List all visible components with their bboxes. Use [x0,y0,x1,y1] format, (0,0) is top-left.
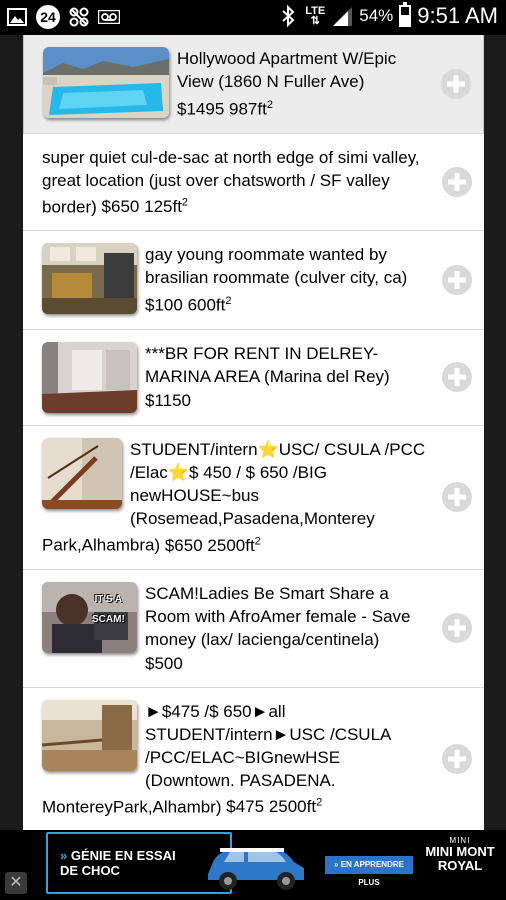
listing-thumbnail-scam-meme: IT'S A SCAM! [42,581,137,653]
listing-title: super quiet cul-de-sac at north edge of … [42,147,420,217]
ad-banner[interactable]: ✕ » GÉNIE EN ESSAI DE CHOC » EN APPRENDR… [0,830,506,900]
listing-thumbnail-hallway [42,699,137,771]
listing-item[interactable]: super quiet cul-de-sac at north edge of … [23,134,484,232]
battery-percent: 54% [359,6,394,25]
network-type: LTE ⇅ [305,5,326,27]
add-listing-button[interactable] [442,482,472,513]
listing-price-area: $500 [145,653,183,673]
battery-icon [399,2,412,27]
listing-item[interactable]: ►$475 /$ 650►all STUDENT/intern►USC /CSU… [23,688,484,830]
ad-car-image [208,848,304,890]
listing-thumbnail-kitchen [42,243,137,315]
listing-item[interactable]: ***BR FOR RENT IN DELREY- MARINA AREA (M… [23,330,484,426]
meme-text-line1: IT'S A [94,593,123,605]
add-listing-button[interactable] [441,68,471,99]
listing-thumbnail-room [42,341,137,413]
bluetooth-icon [277,5,299,27]
clock: 9:51 AM [417,3,498,28]
listing-item[interactable]: IT'S A SCAM! SCAM!Ladies Be Smart Share … [23,570,484,688]
listing-list: Hollywood Apartment W/Epic View (1860 N … [23,35,484,830]
listing-thumbnail-pool [43,47,169,118]
add-listing-button[interactable] [442,613,472,644]
notification-count-badge: 24 [36,5,60,29]
listing-price-area: $650 2500ft2 [164,534,261,555]
add-listing-button[interactable] [442,362,472,393]
ad-brand: MINI MINI MONT ROYAL [420,836,500,873]
listing-price-area: $650 125ft2 [101,196,189,217]
add-listing-button[interactable] [442,743,472,774]
add-listing-button[interactable] [442,265,472,296]
listing-item[interactable]: gay young roommate wanted by brasilian r… [23,231,484,330]
listing-item[interactable]: Hollywood Apartment W/Epic View (1860 N … [23,35,484,134]
ad-close-button[interactable]: ✕ [5,872,27,894]
signal-icon [331,5,353,27]
meme-text-line2: SCAM! [92,613,125,625]
status-bar: 24 LTE ⇅ 54% 9:51 AM [0,0,506,35]
app-notification-icon [68,6,90,28]
listing-item[interactable]: STUDENT/intern⭐USC/ CSULA /PCC /Elac⭐$ 4… [23,426,484,570]
listing-thumbnail-staircase [42,437,122,509]
ad-cta-button[interactable]: » EN APPRENDRE PLUS [325,856,413,887]
voicemail-icon [98,6,120,28]
listing-price-area: $475 2500ft2 [226,796,323,817]
gallery-notification-icon [6,6,28,28]
add-listing-button[interactable] [442,166,472,197]
